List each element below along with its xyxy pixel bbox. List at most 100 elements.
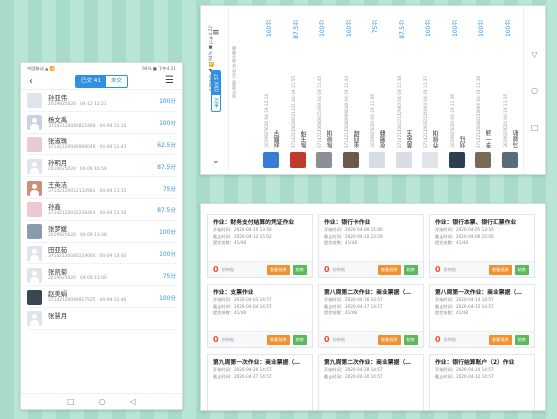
end-button[interactable]: 结束 [403, 334, 418, 345]
student-meta: 2019925020 04-12 12:21 [48, 102, 159, 108]
student-id: 2019925020 [48, 167, 76, 173]
list-item[interactable]: 张慧月 [21, 308, 182, 330]
list-item[interactable]: 孙鑫 37142120032226464 04-09 13:10 87.5分 [21, 199, 182, 221]
student-name: 陈晓琪 [327, 130, 334, 148]
score: 75分 [162, 186, 176, 193]
review-button[interactable]: 查看批改 [377, 334, 401, 345]
list-item[interactable]: 赵鹏宇 2019925020 04-19 12:18 100分 [259, 6, 285, 174]
list-item[interactable]: 孙亚伟 2019925020 04-12 12:21 100分 [21, 90, 182, 112]
homework-card[interactable]: 第九周第一次作业：商业票据（… 开始时间：2020-04-26 14:57 截止时间… [207, 354, 313, 410]
homework-card[interactable]: 作业：支票作业 开始时间：2020-04-03 14:57 截止时间：2020-04… [207, 284, 313, 348]
avatar [27, 289, 42, 305]
submit-time: 04-19 11:38 [396, 75, 402, 102]
list-item[interactable]: 张凯菊 2019925020 04-09 11:00 75分 [21, 264, 182, 286]
homework-card[interactable]: 第九周第二次作业：商业票据（… 开始时间：2020-04-28 14:57 截止时间… [318, 354, 424, 410]
student-name: 张梦媛 [48, 224, 68, 233]
score: 100分 [452, 20, 459, 37]
submit-time: 04-09 13:15 [99, 189, 127, 195]
end-time: 截止时间：2020-04-27 14:57 [213, 373, 272, 379]
phone-landscape: 中国移动 ▲ 📶 94% ■ 下午4:22 ≡ 已交 37 未交 ⌄ 第九周第二… [200, 5, 546, 175]
submission-tabs: 已交 37 未交 [211, 70, 221, 112]
pending-count: 0 [435, 335, 441, 344]
homework-card[interactable]: 作业：银行卡作业 开始时间：2020-04-09 11:00 截止时间：2020-0… [318, 214, 424, 278]
back-nav-icon[interactable]: ▽ [531, 50, 537, 59]
menu-icon[interactable]: ☰ [165, 75, 174, 86]
score: 87.5分 [293, 20, 300, 39]
submit-time: 04-09 14:40 [99, 254, 127, 260]
end-button[interactable]: 结束 [292, 334, 307, 345]
homework-card[interactable]: 第八周第二次作业：商业票据（… 开始时间：2020-04-16 14:57 截止时间… [318, 284, 424, 348]
back-nav-icon[interactable]: ◁ [130, 397, 136, 406]
score: 75分 [373, 20, 379, 34]
student-meta: 37142120012132983 04-09 13:15 [48, 189, 163, 195]
submit-count: 提交份数：41/48 [213, 240, 247, 245]
menu-icon[interactable]: ≡ [212, 28, 220, 38]
list-item[interactable]: 王英洁 37142120012132983 04-09 13:15 75分 [21, 177, 182, 199]
submit-time: 04-19 11:37 [423, 75, 428, 102]
avatar [289, 152, 306, 168]
student-info: 张凯菊 2019925020 04-09 11:00 [48, 268, 163, 282]
end-button[interactable]: 结束 [514, 334, 529, 345]
homework-title: 第八周第一次作业：商业票据（… [435, 290, 522, 296]
student-id: 37142120040815469 [317, 102, 322, 148]
list-item[interactable]: 刘钰 2019925020 04-19 11:36 100分 [445, 6, 471, 174]
review-button[interactable]: 查看批改 [377, 264, 401, 275]
list-item[interactable]: 李一涵 37142120040229666 04-19 11:36 100分 [471, 6, 497, 174]
homework-card[interactable]: 作业：银行结算账户（2）作业 开始时间：2020-04-10 14:57 截止时间：… [429, 354, 535, 410]
list-item[interactable]: 金四嵘 37142120040908048 04-19 11:43 100分 [339, 6, 365, 174]
student-id: 37142120040908048 [343, 102, 349, 148]
student-id: 37142120040229666 [48, 254, 96, 260]
system-nav: ▽ ○ □ [523, 6, 545, 174]
system-nav: □ ○ ◁ [21, 393, 182, 409]
list-item[interactable]: 黄英玉 37142120012132983 04-19 11:38 87.5分 [392, 6, 418, 174]
tab-unsubmitted[interactable]: 未交 [212, 95, 220, 111]
review-button[interactable]: 查看批改 [488, 334, 512, 345]
list-item[interactable]: 张淑珠 37142120040908048 04-09 11:43 62.5分 [21, 134, 182, 156]
back-icon[interactable]: ‹ [29, 76, 33, 87]
end-button[interactable]: 结束 [403, 264, 418, 275]
student-name: 刘钰 [459, 136, 467, 148]
score: 62.5分 [157, 142, 176, 149]
back-icon[interactable]: ⌄ [212, 156, 220, 166]
student-meta: 37142120039521431 04-19 11:55 [291, 76, 296, 148]
student-info: 孙明月 2019925020 04-09 16:59 [48, 159, 157, 173]
review-button[interactable]: 查看批改 [266, 264, 290, 275]
list-item[interactable]: 张梦媛 2019925020 04-09 13:38 100分 [21, 221, 182, 243]
homework-card[interactable]: 作业：财务支付结算的凭证作业 开始时间：2020-04-10 13:50 截止时间：… [207, 214, 313, 278]
card-footer: 0 份待批 查看批改 结束 [319, 331, 423, 347]
homework-card[interactable]: 第八周第一次作业：商业票据（… 开始时间：2020-04-14 14:57 截止时间… [429, 284, 535, 348]
avatar [501, 152, 518, 168]
student-name: 杨文禹 [48, 115, 68, 124]
list-item[interactable]: 田亚茹 37142120040229666 04-09 14:40 100分 [21, 243, 182, 265]
student-meta: 2019925020 04-19 12:18 [264, 94, 269, 148]
end-button[interactable]: 结束 [514, 264, 529, 275]
tab-submitted[interactable]: 已交 41 [75, 76, 106, 87]
submission-tabs: 已交 41 未交 [74, 75, 129, 88]
list-item[interactable]: 陈晓琪 37142120040815469 04-19 11:45 100分 [312, 6, 338, 174]
end-button[interactable]: 结束 [292, 264, 307, 275]
homework-card[interactable]: 作业：银行本票、银行汇票作业 开始时间：2020-04-05 13:50 截止时间：… [429, 214, 535, 278]
pending-unit: 份待批 [332, 336, 346, 342]
list-item[interactable]: 乔佩琪 37142120032226464 04-19 11:37 100分 [418, 6, 444, 174]
list-item[interactable]: 张雅静 2019925020 04-19 11:46 75分 [365, 6, 391, 174]
student-meta: 2019925020 04-09 16:59 [48, 167, 157, 173]
list-item[interactable]: 陈玉坤 37142120039521431 04-19 11:55 87.5分 [286, 6, 312, 174]
home-icon[interactable]: ○ [531, 86, 538, 95]
student-name: 乔佩琪 [433, 130, 440, 148]
tab-unsubmitted[interactable]: 未交 [106, 76, 127, 87]
recent-apps-icon[interactable]: □ [531, 123, 539, 132]
homework-title: 作业：财务支付结算的凭证作业 [213, 220, 295, 226]
list-item[interactable]: 马骏航 2019925020 04-19 11:35 100分 [498, 6, 524, 174]
recent-apps-icon[interactable]: □ [67, 397, 75, 406]
list-item[interactable]: 杨文禹 37142120040815469 04-09 11:14 100分 [21, 112, 182, 134]
list-item[interactable]: 孙明月 2019925020 04-09 16:59 87.5分 [21, 155, 182, 177]
student-name: 马骏航 [512, 130, 520, 148]
submit-time: 04-19 11:43 [343, 75, 349, 102]
review-button[interactable]: 查看批改 [266, 334, 290, 345]
tab-submitted[interactable]: 已交 37 [212, 71, 220, 95]
home-icon[interactable]: ○ [99, 397, 106, 406]
review-button[interactable]: 查看批改 [488, 264, 512, 275]
student-meta: 37142120032226464 04-19 11:37 [423, 76, 428, 148]
list-item[interactable]: 赵美娟 37142120040917525 04-09 12:46 100分 [21, 286, 182, 308]
student-id: 2019925020 [449, 121, 455, 148]
